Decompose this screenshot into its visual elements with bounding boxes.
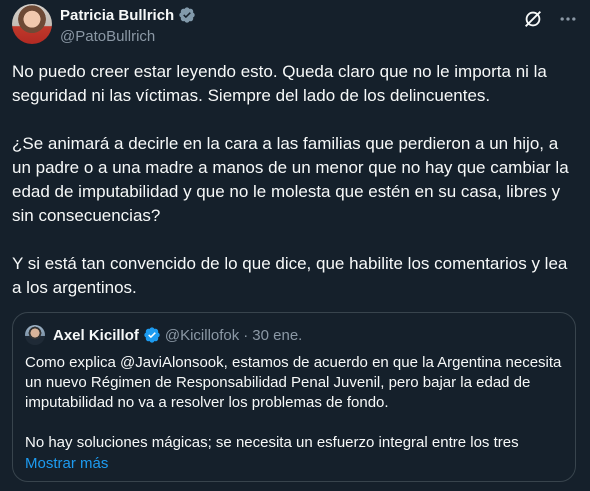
quoted-tweet-date: 30 ene. — [252, 326, 303, 344]
separator-dot: · — [243, 326, 249, 344]
header-actions — [522, 8, 578, 30]
show-more-link[interactable]: Mostrar más — [25, 455, 108, 472]
tweet-paragraph: No puedo creer estar leyendo esto. Queda… — [12, 62, 547, 105]
verified-badge-icon — [144, 327, 160, 343]
quoted-author-avatar — [25, 325, 45, 345]
verified-badge-icon — [179, 7, 195, 23]
quoted-author-handle: @Kicillofok — [164, 326, 240, 344]
quoted-tweet[interactable]: Axel Kicillof @Kicillofok · 30 ene. Como… — [12, 312, 576, 482]
quoted-tweet-header: Axel Kicillof @Kicillofok · 30 ene. — [25, 325, 302, 345]
author-name-row: Patricia Bullrich — [60, 6, 196, 24]
quoted-paragraph: No hay soluciones mágicas; se necesita u… — [25, 434, 519, 451]
author-avatar[interactable] — [12, 4, 52, 44]
quoted-paragraph: Como explica @JaviAlonsook, estamos de a… — [25, 354, 562, 411]
author-handle[interactable]: @PatoBullrich — [60, 28, 155, 45]
tweet-header: Patricia Bullrich @PatoBullrich — [12, 4, 578, 48]
more-icon[interactable] — [558, 9, 578, 29]
tweet-paragraph: Y si está tan convencido de lo que dice,… — [12, 254, 568, 297]
tweet-text: No puedo creer estar leyendo esto. Queda… — [12, 60, 578, 324]
author-name[interactable]: Patricia Bullrich — [60, 7, 174, 24]
grok-icon[interactable] — [522, 8, 544, 30]
quoted-author-name: Axel Kicillof — [53, 326, 139, 344]
tweet-paragraph: ¿Se animará a decirle en la cara a las f… — [12, 134, 569, 225]
